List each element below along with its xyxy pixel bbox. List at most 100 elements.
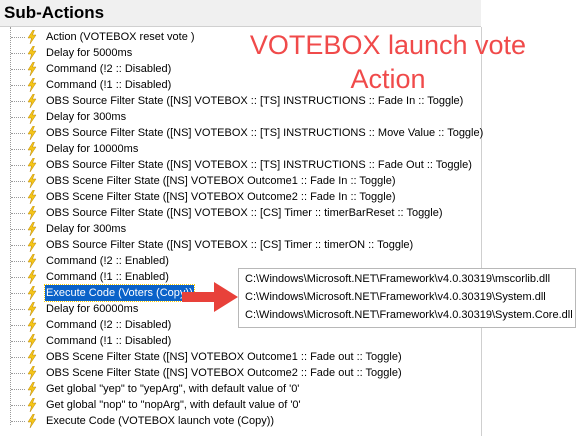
red-arrow-icon: [182, 282, 238, 312]
sub-action-row[interactable]: Get global "nop" to "nopArg", with defau…: [0, 397, 481, 413]
sub-action-row[interactable]: Delay for 10000ms: [0, 141, 481, 157]
lightning-bolt-icon: [27, 302, 37, 316]
lightning-bolt-icon: [27, 334, 37, 348]
lightning-bolt-icon: [27, 382, 37, 396]
tree-branch-line: [11, 261, 25, 262]
sub-action-label: Get global "yep" to "yepArg", with defau…: [46, 383, 300, 395]
sub-action-label: Delay for 300ms: [46, 111, 127, 123]
tree-branch-line: [11, 229, 25, 230]
sub-action-label: OBS Scene Filter State ([NS] VOTEBOX Out…: [46, 367, 402, 379]
panel-title: Sub-Actions: [4, 3, 105, 22]
sub-action-label: Execute Code (Voters (Copy)): [44, 284, 195, 302]
sub-action-label: Action (VOTEBOX reset vote ): [46, 31, 195, 43]
annotation-line-1: VOTEBOX launch vote: [249, 30, 527, 60]
tree-branch-line: [11, 149, 25, 150]
tree-branch-line: [11, 37, 25, 38]
sub-action-label: OBS Scene Filter State ([NS] VOTEBOX Out…: [46, 175, 396, 187]
tree-branch-line: [11, 357, 25, 358]
tree-branch-line: [11, 421, 25, 422]
lightning-bolt-icon: [27, 174, 37, 188]
lightning-bolt-icon: [27, 46, 37, 60]
lightning-bolt-icon: [27, 350, 37, 364]
lightning-bolt-icon: [27, 238, 37, 252]
sub-action-row[interactable]: Delay for 300ms: [0, 221, 481, 237]
sub-action-label: OBS Source Filter State ([NS] VOTEBOX ::…: [46, 239, 414, 251]
sub-action-row[interactable]: OBS Scene Filter State ([NS] VOTEBOX Out…: [0, 365, 481, 381]
tree-branch-line: [11, 69, 25, 70]
sub-action-label: Command (!2 :: Enabled): [46, 255, 169, 267]
references-popup: C:\Windows\Microsoft.NET\Framework\v4.0.…: [238, 268, 576, 328]
lightning-bolt-icon: [27, 126, 37, 140]
tree-branch-line: [11, 85, 25, 86]
sub-action-label: OBS Scene Filter State ([NS] VOTEBOX Out…: [46, 351, 402, 363]
lightning-bolt-icon: [27, 62, 37, 76]
sub-action-label: Delay for 10000ms: [46, 143, 139, 155]
lightning-bolt-icon: [27, 78, 37, 92]
tree-branch-line: [11, 373, 25, 374]
sub-action-label: OBS Source Filter State ([NS] VOTEBOX ::…: [46, 207, 443, 219]
lightning-bolt-icon: [27, 206, 37, 220]
reference-item: C:\Windows\Microsoft.NET\Framework\v4.0.…: [245, 273, 551, 285]
sub-action-label: Command (!1 :: Disabled): [46, 335, 172, 347]
sub-action-label: OBS Scene Filter State ([NS] VOTEBOX Out…: [46, 191, 396, 203]
sub-action-row[interactable]: OBS Scene Filter State ([NS] VOTEBOX Out…: [0, 349, 481, 365]
tree-branch-line: [11, 293, 25, 294]
sub-action-label: Command (!2 :: Disabled): [46, 63, 172, 75]
tree-branch-line: [11, 277, 25, 278]
lightning-bolt-icon: [27, 110, 37, 124]
sub-action-label: Delay for 5000ms: [46, 47, 133, 59]
lightning-bolt-icon: [27, 190, 37, 204]
sub-action-label: Command (!1 :: Disabled): [46, 79, 172, 91]
lightning-bolt-icon: [27, 142, 37, 156]
sub-action-row[interactable]: OBS Source Filter State ([NS] VOTEBOX ::…: [0, 157, 481, 173]
sub-action-label: OBS Source Filter State ([NS] VOTEBOX ::…: [46, 127, 484, 139]
tree-branch-line: [11, 405, 25, 406]
sub-action-row[interactable]: Command (!1 :: Disabled): [0, 333, 481, 349]
sub-action-row[interactable]: OBS Scene Filter State ([NS] VOTEBOX Out…: [0, 189, 481, 205]
tree-branch-line: [11, 213, 25, 214]
sub-action-row[interactable]: Execute Code (VOTEBOX launch vote (Copy)…: [0, 413, 481, 429]
annotation-line-2: Action: [350, 64, 426, 94]
lightning-bolt-icon: [27, 254, 37, 268]
lightning-bolt-icon: [27, 366, 37, 380]
tree-branch-line: [11, 197, 25, 198]
tree-branch-line: [11, 101, 25, 102]
sub-action-row[interactable]: Delay for 300ms: [0, 109, 481, 125]
annotation-overlay: VOTEBOX launch vote Action: [218, 28, 558, 96]
sub-action-row[interactable]: Get global "yep" to "yepArg", with defau…: [0, 381, 481, 397]
tree-branch-line: [11, 309, 25, 310]
sub-action-label: Delay for 300ms: [46, 223, 127, 235]
tree-branch-line: [11, 325, 25, 326]
lightning-bolt-icon: [27, 30, 37, 44]
tree-branch-line: [11, 181, 25, 182]
sub-action-label: Delay for 60000ms: [46, 303, 139, 315]
sub-actions-header: Sub-Actions: [0, 0, 481, 27]
sub-action-row[interactable]: OBS Source Filter State ([NS] VOTEBOX ::…: [0, 125, 484, 141]
sub-action-label: Get global "nop" to "nopArg", with defau…: [46, 399, 301, 411]
lightning-bolt-icon: [27, 94, 37, 108]
tree-branch-line: [11, 245, 25, 246]
sub-action-label: Command (!2 :: Disabled): [46, 319, 172, 331]
lightning-bolt-icon: [27, 414, 37, 428]
tree-branch-line: [11, 133, 25, 134]
reference-item: C:\Windows\Microsoft.NET\Framework\v4.0.…: [245, 309, 573, 321]
lightning-bolt-icon: [27, 286, 37, 300]
sub-action-row[interactable]: Command (!2 :: Enabled): [0, 253, 481, 269]
sub-action-row[interactable]: OBS Source Filter State ([NS] VOTEBOX ::…: [0, 237, 481, 253]
lightning-bolt-icon: [27, 398, 37, 412]
tree-branch-line: [11, 53, 25, 54]
reference-item: C:\Windows\Microsoft.NET\Framework\v4.0.…: [245, 291, 546, 303]
lightning-bolt-icon: [27, 318, 37, 332]
lightning-bolt-icon: [27, 222, 37, 236]
lightning-bolt-icon: [27, 270, 37, 284]
tree-branch-line: [11, 165, 25, 166]
tree-branch-line: [11, 117, 25, 118]
sub-action-label: Execute Code (VOTEBOX launch vote (Copy)…: [46, 415, 275, 427]
tree-branch-line: [11, 389, 25, 390]
sub-action-row[interactable]: OBS Source Filter State ([NS] VOTEBOX ::…: [0, 205, 481, 221]
sub-action-label: Command (!1 :: Enabled): [46, 271, 169, 283]
sub-action-row[interactable]: OBS Scene Filter State ([NS] VOTEBOX Out…: [0, 173, 481, 189]
sub-action-label: OBS Source Filter State ([NS] VOTEBOX ::…: [46, 159, 472, 171]
lightning-bolt-icon: [27, 158, 37, 172]
tree-branch-line: [11, 341, 25, 342]
